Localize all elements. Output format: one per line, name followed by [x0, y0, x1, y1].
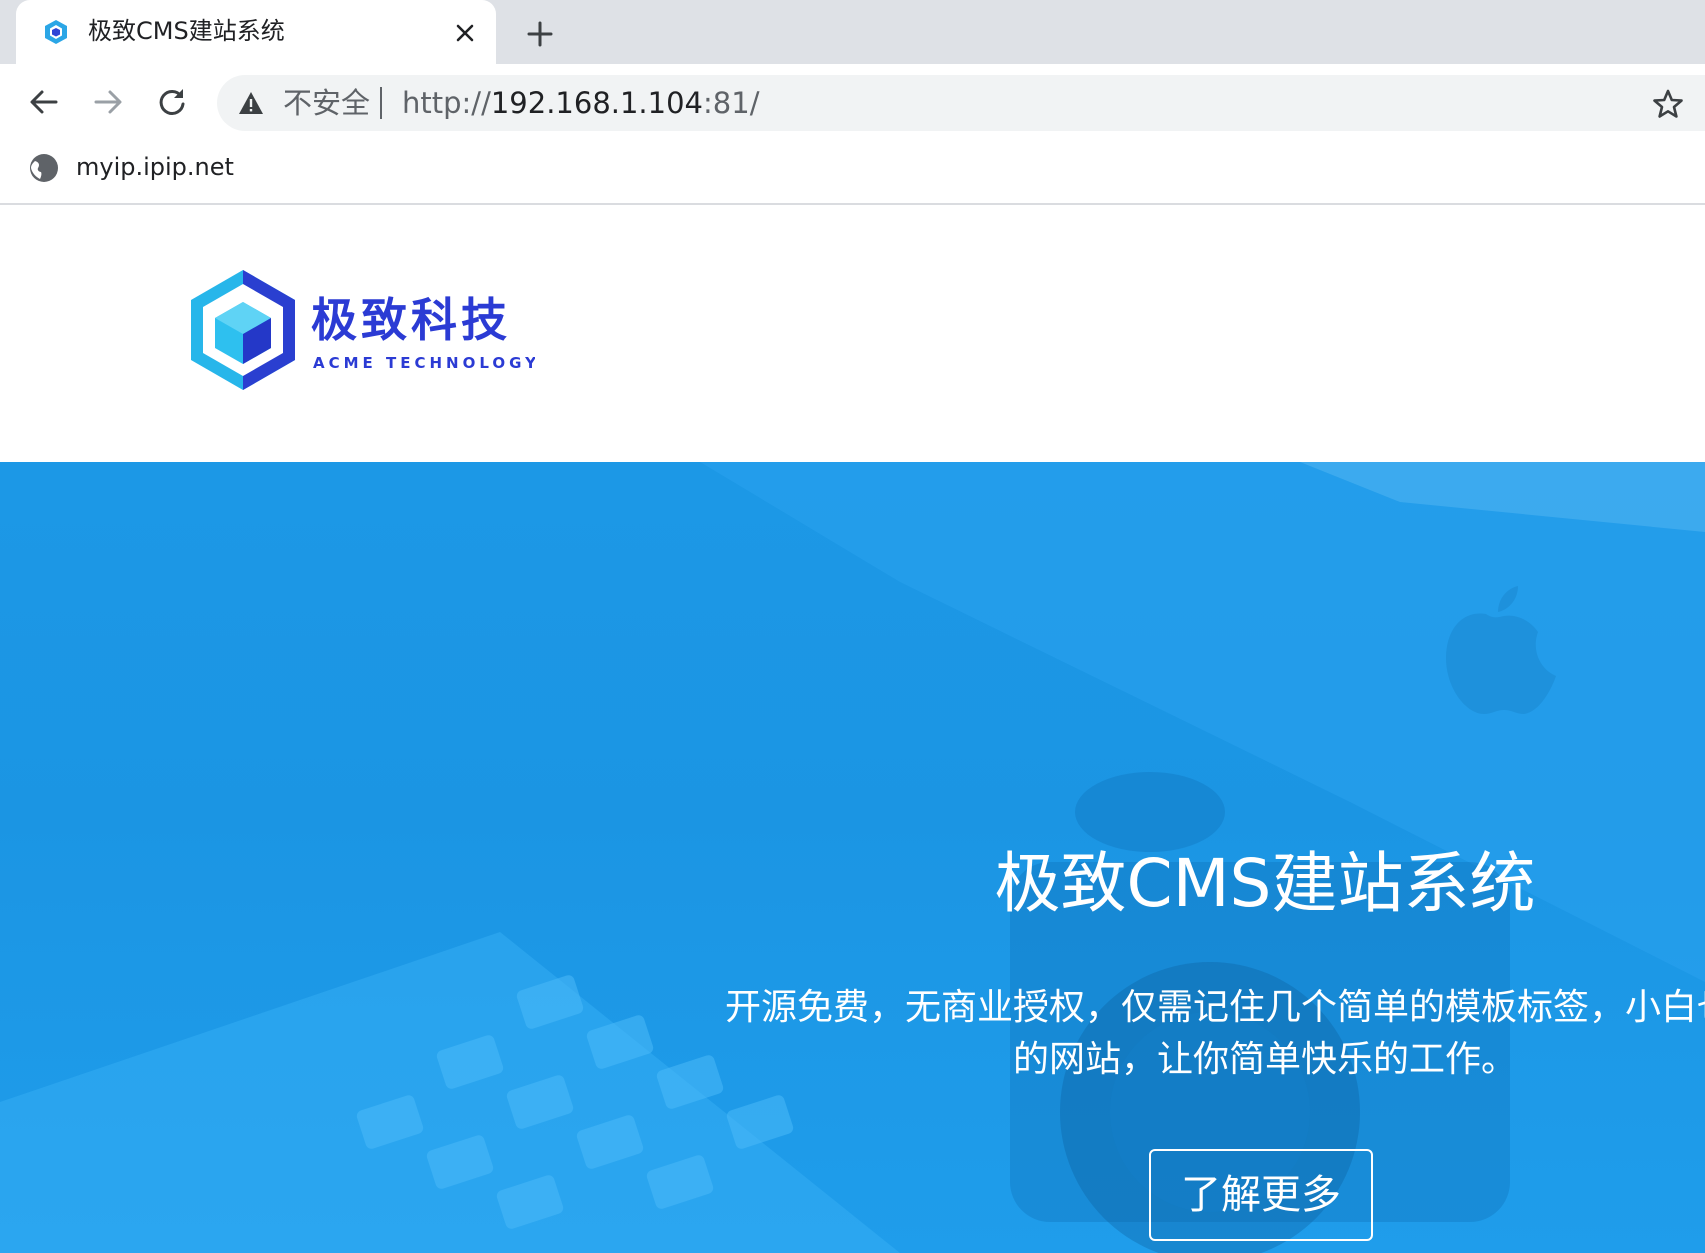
hero-title: 极致CMS建站系统	[994, 845, 1536, 922]
bookmark-label[interactable]: myip.ipip.net	[76, 150, 234, 184]
site-logo[interactable]: 极致科技 ACME TECHNOLOGY	[185, 262, 535, 402]
arrow-left-icon[interactable]	[26, 84, 62, 120]
hero-description-line-2: 的网站，让你简单快乐的工作。	[1012, 1039, 1517, 1080]
hero-banner: 极致CMS建站系统 开源免费，无商业授权，仅需记住几个简单的模板标签，小白也能搭…	[0, 462, 1705, 1253]
address-bar[interactable]: 不安全 http://192.168.1.104:81/	[217, 75, 1705, 131]
url-port: :81/	[703, 86, 760, 120]
close-icon[interactable]	[452, 20, 478, 46]
tab-strip: 极致CMS建站系统	[0, 0, 1705, 66]
hero-description-line-1: 开源免费，无商业授权，仅需记住几个简单的模板标签，小白也能搭	[724, 987, 1705, 1028]
url-scheme: http://	[402, 86, 491, 120]
security-label[interactable]: 不安全	[283, 84, 370, 122]
url-text[interactable]: http://192.168.1.104:81/	[402, 84, 759, 122]
tab-title: 极致CMS建站系统	[88, 17, 285, 45]
plus-icon[interactable]	[524, 18, 556, 50]
omnibox-divider	[380, 87, 382, 119]
hero-description: 开源免费，无商业授权，仅需记住几个简单的模板标签，小白也能搭 的网站，让你简单快…	[630, 982, 1705, 1086]
logo-subtitle: ACME TECHNOLOGY	[313, 354, 535, 372]
arrow-right-icon[interactable]	[90, 84, 126, 120]
site-header: 极致科技 ACME TECHNOLOGY	[0, 205, 1705, 462]
url-host: 192.168.1.104	[490, 86, 704, 120]
browser-toolbar: 不安全 http://192.168.1.104:81/	[0, 64, 1705, 138]
bookmarks-bar: myip.ipip.net	[0, 138, 1705, 205]
learn-more-button[interactable]: 了解更多	[1149, 1149, 1373, 1241]
logo-name: 极致科技	[311, 293, 511, 347]
hexagon-cube-icon	[45, 20, 67, 44]
globe-icon	[30, 154, 58, 182]
star-icon[interactable]	[1652, 88, 1684, 120]
warning-triangle-icon	[239, 92, 263, 114]
active-tab[interactable]: 极致CMS建站系统	[16, 0, 496, 66]
reload-icon[interactable]	[154, 84, 190, 120]
